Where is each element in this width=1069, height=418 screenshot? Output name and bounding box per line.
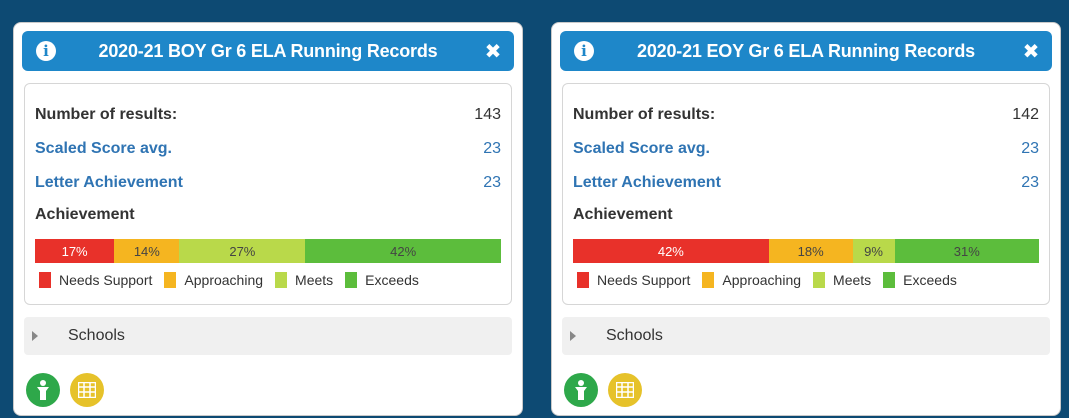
needs-support-segment[interactable]: 42% <box>573 239 769 263</box>
legend-swatch <box>275 272 288 288</box>
scaled-score-row: Scaled Score avg. 23 <box>35 138 501 160</box>
scaled-score-link[interactable]: Scaled Score avg. <box>573 140 710 158</box>
scaled-score-row: Scaled Score avg. 23 <box>573 138 1039 160</box>
person-icon <box>37 380 49 400</box>
scaled-score-link[interactable]: Scaled Score avg. <box>35 140 172 158</box>
approaching-segment-label: 14% <box>133 243 160 259</box>
table-button[interactable] <box>608 373 642 407</box>
number-of-results-row: Number of results: 142 <box>573 104 1039 126</box>
achievement-legend: Needs Support Approaching Meets Exceeds <box>39 272 431 288</box>
scaled-score-value[interactable]: 23 <box>1021 140 1039 158</box>
needs-support-segment-label: 42% <box>657 243 684 259</box>
number-of-results-label: Number of results: <box>573 106 716 123</box>
scaled-score-value[interactable]: 23 <box>483 140 501 158</box>
exceeds-segment-label: 42% <box>390 243 417 259</box>
letter-achievement-link[interactable]: Letter Achievement <box>35 174 183 192</box>
exceeds-segment-label: 31% <box>953 243 980 259</box>
report-card-boy: i 2020-21 BOY Gr 6 ELA Running Records ✖… <box>13 22 523 416</box>
number-of-results-row: Number of results: 143 <box>35 104 501 126</box>
schools-expander[interactable]: Schools <box>24 317 512 355</box>
meets-segment[interactable]: 27% <box>179 239 306 263</box>
achievement-bar: 17% 14% 27% 42% <box>35 239 501 263</box>
person-icon <box>575 380 587 400</box>
caret-right-icon[interactable] <box>570 331 576 341</box>
card-title: 2020-21 BOY Gr 6 ELA Running Records <box>98 40 438 61</box>
meets-segment[interactable]: 9% <box>852 239 895 263</box>
achievement-label: Achievement <box>35 206 135 223</box>
achievement-legend: Needs Support Approaching Meets Exceeds <box>577 272 969 288</box>
letter-achievement-link[interactable]: Letter Achievement <box>573 174 721 192</box>
legend-swatch <box>577 272 589 288</box>
approaching-segment[interactable]: 14% <box>114 239 180 263</box>
approaching-segment[interactable]: 18% <box>768 239 853 263</box>
achievement-label: Achievement <box>573 206 673 223</box>
achievement-bar: 42% 18% 9% 31% <box>573 239 1039 263</box>
letter-achievement-row: Letter Achievement 23 <box>35 172 501 194</box>
close-icon[interactable]: ✖ <box>480 39 506 64</box>
schools-label[interactable]: Schools <box>606 327 663 345</box>
legend-needs-support: Needs Support <box>577 272 690 288</box>
legend-swatch <box>164 272 177 288</box>
legend-label: Exceeds <box>365 272 419 288</box>
number-of-results-value: 142 <box>1012 106 1039 123</box>
needs-support-segment-label: 17% <box>61 243 88 259</box>
close-icon[interactable]: ✖ <box>1018 39 1044 64</box>
stats-panel: Number of results: 142 Scaled Score avg.… <box>562 83 1050 305</box>
legend-swatch <box>702 272 715 288</box>
legend-approaching: Approaching <box>702 272 801 288</box>
needs-support-segment[interactable]: 17% <box>35 239 115 263</box>
legend-swatch <box>345 272 358 288</box>
legend-meets: Meets <box>813 272 871 288</box>
legend-swatch <box>813 272 826 288</box>
letter-achievement-row: Letter Achievement 23 <box>573 172 1039 194</box>
stats-panel: Number of results: 143 Scaled Score avg.… <box>24 83 512 305</box>
table-icon <box>616 382 634 398</box>
legend-swatch <box>883 272 896 288</box>
table-button[interactable] <box>70 373 104 407</box>
legend-label: Meets <box>295 272 334 288</box>
legend-label: Meets <box>833 272 872 288</box>
number-of-results-value: 143 <box>474 106 501 123</box>
legend-swatch <box>39 272 51 288</box>
legend-label: Approaching <box>722 272 802 288</box>
letter-achievement-value[interactable]: 23 <box>483 174 501 192</box>
table-icon <box>78 382 96 398</box>
schools-expander[interactable]: Schools <box>562 317 1050 355</box>
card-title: 2020-21 EOY Gr 6 ELA Running Records <box>637 40 975 61</box>
person-button[interactable] <box>564 373 598 407</box>
legend-exceeds: Exceeds <box>345 272 419 288</box>
card-header: i 2020-21 BOY Gr 6 ELA Running Records ✖ <box>22 31 514 71</box>
person-button[interactable] <box>26 373 60 407</box>
legend-label: Exceeds <box>903 272 957 288</box>
meets-segment-label: 9% <box>864 243 883 259</box>
legend-label: Needs Support <box>597 272 691 288</box>
legend-meets: Meets <box>275 272 333 288</box>
info-icon[interactable]: i <box>36 41 56 61</box>
card-header: i 2020-21 EOY Gr 6 ELA Running Records ✖ <box>560 31 1052 71</box>
report-card-eoy: i 2020-21 EOY Gr 6 ELA Running Records ✖… <box>551 22 1061 416</box>
schools-label[interactable]: Schools <box>68 327 125 345</box>
legend-approaching: Approaching <box>164 272 263 288</box>
meets-segment-label: 27% <box>229 243 256 259</box>
legend-exceeds: Exceeds <box>883 272 957 288</box>
approaching-segment-label: 18% <box>797 243 824 259</box>
legend-needs-support: Needs Support <box>39 272 152 288</box>
letter-achievement-value[interactable]: 23 <box>1021 174 1039 192</box>
legend-label: Needs Support <box>59 272 153 288</box>
legend-label: Approaching <box>184 272 264 288</box>
number-of-results-label: Number of results: <box>35 106 178 123</box>
exceeds-segment[interactable]: 31% <box>894 239 1039 263</box>
caret-right-icon[interactable] <box>32 331 38 341</box>
exceeds-segment[interactable]: 42% <box>305 239 501 263</box>
info-icon[interactable]: i <box>574 41 594 61</box>
